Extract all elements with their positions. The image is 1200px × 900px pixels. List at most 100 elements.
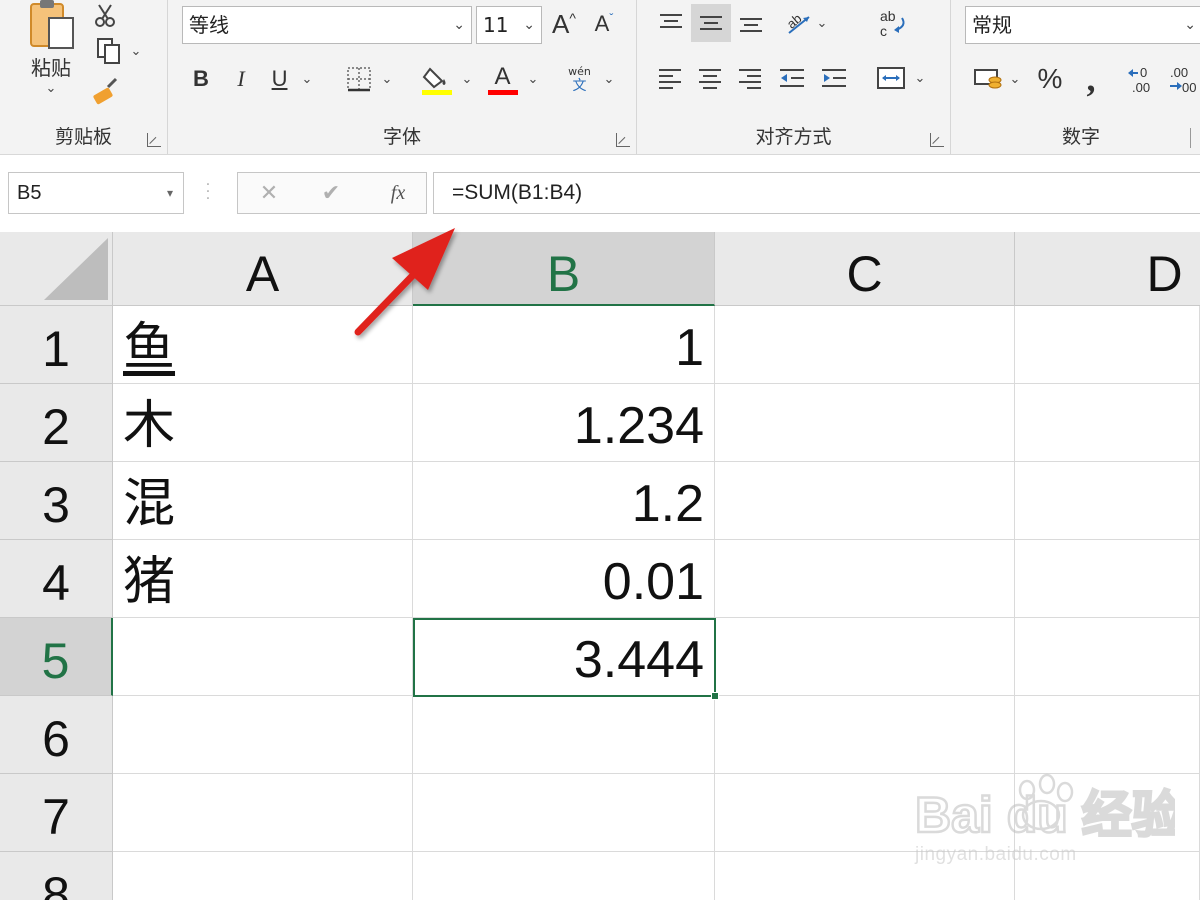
orientation-button[interactable]: ab ⌄ [777, 4, 833, 42]
grow-font-button[interactable]: A ^ [548, 6, 580, 42]
cell-d2[interactable] [1015, 384, 1200, 462]
fill-handle[interactable] [711, 692, 719, 700]
copy-dropdown-icon[interactable]: ⌄ [131, 44, 142, 59]
column-header-d[interactable]: D [1015, 232, 1200, 306]
font-color-dropdown-icon[interactable]: ⌄ [528, 72, 539, 87]
cell-b6[interactable] [413, 696, 715, 774]
comma-style-button[interactable]: , [1073, 60, 1109, 98]
font-color-button[interactable]: A ⌄ [484, 60, 542, 98]
borders-dropdown-icon[interactable]: ⌄ [382, 72, 393, 87]
cell-b2[interactable]: 1.234 [413, 384, 715, 462]
fill-color-button[interactable]: ⌄ [418, 60, 476, 98]
row-header-6[interactable]: 6 [0, 696, 113, 774]
select-all-button[interactable] [0, 232, 113, 306]
cell-c1[interactable] [715, 306, 1015, 384]
cell-a1[interactable]: 鱼 [113, 306, 413, 384]
align-left-button[interactable] [651, 60, 689, 96]
font-size-field[interactable]: 11 ⌄ [476, 6, 542, 44]
alignment-dialog-launcher-icon[interactable] [930, 133, 944, 147]
cell-c2[interactable] [715, 384, 1015, 462]
cell-a7[interactable] [113, 774, 413, 852]
cell-b8[interactable] [413, 852, 715, 900]
align-center-icon [699, 69, 721, 89]
format-painter-button[interactable] [88, 76, 122, 106]
cell-b3[interactable]: 1.2 [413, 462, 715, 540]
name-box-dropdown-icon[interactable]: ▾ [167, 173, 173, 213]
decrease-decimal-button[interactable]: .00 00 [1163, 60, 1199, 98]
font-size-dropdown-icon[interactable]: ⌄ [523, 7, 535, 43]
fill-color-dropdown-icon[interactable]: ⌄ [462, 72, 473, 87]
row-header-4[interactable]: 4 [0, 540, 113, 618]
cell-a4[interactable]: 猪 [113, 540, 413, 618]
cancel-entry-button[interactable]: ✕ [256, 179, 282, 207]
cell-c5[interactable] [715, 618, 1015, 696]
row-header-7[interactable]: 7 [0, 774, 113, 852]
accounting-format-dropdown-icon[interactable]: ⌄ [1010, 72, 1021, 87]
cut-button[interactable] [90, 2, 120, 30]
font-name-dropdown-icon[interactable]: ⌄ [453, 7, 465, 43]
cell-c3[interactable] [715, 462, 1015, 540]
insert-function-button[interactable]: fx [383, 179, 413, 207]
paste-button[interactable]: 粘贴 ⌄ [22, 0, 80, 104]
cell-c6[interactable] [715, 696, 1015, 774]
cell-d3[interactable] [1015, 462, 1200, 540]
name-box[interactable]: B5 ▾ [8, 172, 184, 214]
bold-button[interactable]: B [186, 62, 216, 96]
cell-b4[interactable]: 0.01 [413, 540, 715, 618]
row-header-2[interactable]: 2 [0, 384, 113, 462]
cell-b5[interactable]: 3.444 [413, 618, 715, 696]
copy-button[interactable]: ⌄ [88, 36, 148, 66]
phonetic-button[interactable]: wén 文 ⌄ [560, 60, 620, 98]
paste-dropdown-icon[interactable]: ⌄ [46, 81, 57, 96]
increase-decimal-button[interactable]: 0.00 [1123, 60, 1159, 98]
column-header-b[interactable]: B [413, 232, 715, 306]
merge-center-button[interactable]: ⌄ [869, 60, 933, 96]
cell-d6[interactable] [1015, 696, 1200, 774]
number-format-field[interactable]: 常规 ⌄ [965, 6, 1200, 44]
cell-d4[interactable] [1015, 540, 1200, 618]
cell-b1[interactable]: 1 [413, 306, 715, 384]
accounting-format-button[interactable]: ⌄ [967, 60, 1027, 98]
cell-a8[interactable] [113, 852, 413, 900]
cell-c4[interactable] [715, 540, 1015, 618]
row-header-3[interactable]: 3 [0, 462, 113, 540]
clipboard-dialog-launcher-icon[interactable] [147, 133, 161, 147]
underline-dropdown-icon[interactable]: ⌄ [301, 71, 312, 87]
cell-a2[interactable]: 木 [113, 384, 413, 462]
underline-button[interactable]: U ⌄ [264, 62, 320, 96]
top-align-button[interactable] [651, 4, 691, 42]
confirm-entry-button[interactable]: ✔ [318, 179, 344, 207]
formula-bar-splitter-icon[interactable]: · · · [205, 178, 211, 206]
middle-align-button[interactable] [691, 4, 731, 42]
font-dialog-launcher-icon[interactable] [616, 133, 630, 147]
bottom-align-button[interactable] [731, 4, 771, 42]
column-header-c[interactable]: C [715, 232, 1015, 306]
cell-d5[interactable] [1015, 618, 1200, 696]
align-center-button[interactable] [691, 60, 729, 96]
cell-a3[interactable]: 混 [113, 462, 413, 540]
increase-indent-button[interactable] [815, 60, 853, 96]
shrink-font-button[interactable]: Aˇ [588, 6, 620, 42]
ribbon-scroll-button[interactable] [1190, 128, 1200, 148]
decrease-indent-button[interactable] [773, 60, 811, 96]
font-name-field[interactable]: 等线 ⌄ [182, 6, 472, 44]
row-header-1[interactable]: 1 [0, 306, 113, 384]
formula-bar: B5 ▾ · · · ✕ ✔ fx =SUM(B1:B4) [0, 156, 1200, 232]
cell-a5[interactable] [113, 618, 413, 696]
formula-input[interactable]: =SUM(B1:B4) [433, 172, 1200, 214]
row-header-5[interactable]: 5 [0, 618, 113, 696]
merge-center-dropdown-icon[interactable]: ⌄ [915, 71, 926, 86]
align-right-button[interactable] [731, 60, 769, 96]
cell-b7[interactable] [413, 774, 715, 852]
cell-d1[interactable] [1015, 306, 1200, 384]
borders-button[interactable]: ⌄ [340, 62, 398, 96]
phonetic-dropdown-icon[interactable]: ⌄ [604, 72, 615, 87]
wrap-text-button[interactable]: ab c [873, 4, 913, 44]
orientation-dropdown-icon[interactable]: ⌄ [817, 16, 828, 31]
column-header-a[interactable]: A [113, 232, 413, 306]
italic-button[interactable]: I [226, 62, 256, 96]
percent-style-button[interactable]: % [1031, 60, 1069, 98]
number-format-dropdown-icon[interactable]: ⌄ [1184, 7, 1196, 43]
cell-a6[interactable] [113, 696, 413, 774]
row-header-8[interactable]: 8 [0, 852, 113, 900]
